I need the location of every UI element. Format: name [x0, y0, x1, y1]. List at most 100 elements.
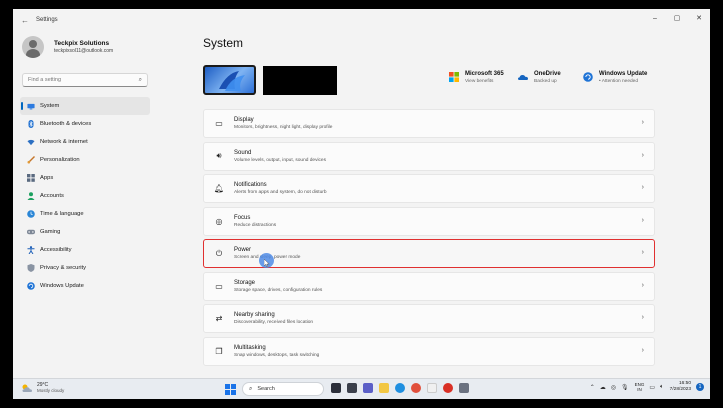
sidebar-item-label: Accounts	[40, 193, 64, 199]
quick-link-subtitle: Backed up	[534, 79, 557, 84]
task-view-icon[interactable]	[331, 383, 341, 393]
card-title: Focus	[234, 214, 251, 221]
card-storage[interactable]: ▭ Storage Storage space, drives, configu…	[203, 271, 655, 301]
taskbar-apps	[331, 383, 475, 393]
taskbar-search-label: Search	[257, 386, 275, 392]
quick-link-windows-update[interactable]: Windows Update • Attention needed	[583, 71, 647, 84]
profile-name: Teckpix Solutions	[54, 40, 110, 47]
focus-icon: ◎	[215, 216, 223, 226]
card-notifications[interactable]: 🔔︎ Notifications Alerts from apps and sy…	[203, 174, 655, 203]
quick-link-subtitle: View benefits	[465, 79, 494, 84]
accessibility-icon	[27, 246, 35, 254]
clock[interactable]: 16:50 7/28/2023	[670, 381, 691, 393]
card-title: Display	[234, 117, 254, 123]
card-subtitle: Volume levels, output, input, sound devi…	[234, 157, 326, 163]
settings-gear-icon[interactable]	[459, 383, 469, 393]
search-icon: ⌕	[249, 385, 253, 392]
weather-condition: Mostly cloudy	[37, 388, 65, 393]
speaker-icon: 🔊︎	[216, 151, 222, 160]
quick-link-subtitle: • Attention needed	[599, 79, 639, 84]
close-button[interactable]: ✕	[688, 9, 710, 27]
wifi-icon	[27, 138, 35, 146]
bluetooth-icon	[27, 120, 35, 128]
language-region: IN	[637, 387, 642, 392]
paint-icon[interactable]	[427, 383, 437, 393]
window-controls: – ▢ ✕	[644, 9, 710, 27]
clock-date: 7/28/2023	[669, 387, 691, 392]
chevron-right-icon: ›	[641, 151, 644, 159]
display-icon: ▭	[215, 119, 223, 128]
volume-icon[interactable]: 🔈︎	[660, 384, 664, 391]
weather-widget[interactable]: 29°C Mostly cloudy	[21, 382, 64, 393]
sidebar-item-system[interactable]: System	[20, 97, 150, 115]
sidebar-item-label: Time & language	[40, 211, 84, 217]
quick-link-microsoft-365[interactable]: Microsoft 365 View benefits	[449, 71, 504, 84]
gamepad-icon	[27, 228, 35, 236]
microphone-icon[interactable]: 🎙︎	[621, 384, 629, 391]
sidebar-item-accounts[interactable]: Accounts	[20, 187, 150, 205]
card-title: Notifications	[234, 182, 267, 188]
shield-icon	[27, 264, 35, 272]
device-wallpaper-thumbnail[interactable]	[203, 65, 256, 95]
card-subtitle: Storage space, drives, configuration rul…	[234, 287, 323, 293]
sidebar-item-time-language[interactable]: Time & language	[20, 205, 150, 223]
display-tray-icon[interactable]: ▭	[649, 384, 655, 391]
system-tray: ⌃ ☁ ◎ 🎙︎ ENG IN ▭ 🔈︎ 16:50 7/28/2023 1	[585, 381, 704, 393]
nearby-sharing-icon: ⇄	[215, 314, 223, 323]
notification-badge[interactable]: 1	[696, 383, 704, 391]
chevron-right-icon: ›	[641, 119, 644, 126]
card-nearby-sharing[interactable]: ⇄ Nearby sharing Discoverability, receiv…	[203, 304, 655, 333]
sidebar-item-bluetooth-devices[interactable]: Bluetooth & devices	[20, 115, 150, 133]
card-sound[interactable]: 🔊︎ Sound Volume levels, output, input, s…	[203, 141, 655, 171]
chevron-up-icon[interactable]: ⌃	[590, 384, 595, 391]
user-profile[interactable]: Teckpix Solutions teckpixsol11@outlook.c…	[22, 36, 113, 58]
mouse-cursor-icon	[264, 259, 270, 267]
sidebar-item-windows-update[interactable]: Windows Update	[20, 277, 150, 295]
sidebar-item-gaming[interactable]: Gaming	[20, 223, 150, 241]
sidebar-item-label: Apps	[40, 175, 54, 181]
windows-start-icon[interactable]	[225, 384, 236, 395]
power-icon: ⏻	[215, 248, 223, 258]
card-subtitle: Snap windows, desktops, task switching	[234, 352, 320, 358]
back-arrow-icon[interactable]: ←	[16, 16, 34, 25]
sidebar-item-label: Gaming	[40, 229, 61, 235]
sidebar-item-label: Bluetooth & devices	[40, 121, 92, 127]
quick-link-onedrive[interactable]: OneDrive Backed up	[518, 71, 561, 84]
sidebar-item-personalization[interactable]: Personalization	[20, 151, 150, 169]
card-focus[interactable]: ◎ Focus Reduce distractions ›	[203, 206, 655, 236]
sidebar-item-apps[interactable]: Apps	[20, 169, 150, 187]
brush-icon	[27, 156, 35, 164]
minimize-button[interactable]: –	[644, 9, 666, 27]
title-bar: ← Settings – ▢ ✕	[13, 9, 710, 31]
card-title: Storage	[234, 279, 256, 286]
storage-icon: ▭	[215, 281, 223, 291]
quick-link-title: OneDrive	[534, 71, 561, 77]
card-title: Multitasking	[234, 344, 266, 351]
network-tray-icon[interactable]: ◎	[611, 384, 616, 391]
taskbar-search[interactable]: ⌕ Search	[242, 382, 324, 396]
maximize-button[interactable]: ▢	[666, 9, 688, 27]
widgets-icon[interactable]	[347, 383, 357, 393]
card-display[interactable]: ▭ Display Monitors, brightness, night li…	[203, 109, 655, 138]
sidebar-item-label: Privacy & security	[40, 265, 87, 271]
edge-icon[interactable]	[395, 383, 405, 393]
language-indicator[interactable]: ENG IN	[635, 382, 645, 392]
sidebar-item-network-internet[interactable]: Network & internet	[20, 133, 150, 151]
search-input[interactable]: Find a setting ⌕	[22, 73, 148, 87]
sidebar-item-privacy-security[interactable]: Privacy & security	[20, 259, 150, 277]
device-name-redacted	[263, 66, 337, 95]
card-subtitle: Alerts from apps and system, do not dist…	[234, 190, 327, 195]
cloud-sun-icon	[22, 384, 32, 392]
chevron-right-icon: ›	[641, 281, 644, 289]
sidebar-nav: System Bluetooth & devices Network & int…	[20, 97, 150, 295]
chrome-icon[interactable]	[411, 383, 421, 393]
profile-email: teckpixsol11@outlook.com	[54, 48, 114, 54]
onedrive-tray-icon[interactable]: ☁	[600, 384, 606, 391]
onedrive-icon	[518, 75, 528, 80]
teams-chat-icon[interactable]	[363, 383, 373, 393]
card-multitasking[interactable]: ❐ Multitasking Snap windows, desktops, t…	[203, 336, 655, 366]
file-explorer-icon[interactable]	[379, 383, 389, 393]
screen-recorder-icon[interactable]	[443, 383, 453, 393]
sidebar-item-accessibility[interactable]: Accessibility	[20, 241, 150, 259]
settings-card-list: ▭ Display Monitors, brightness, night li…	[203, 109, 655, 369]
